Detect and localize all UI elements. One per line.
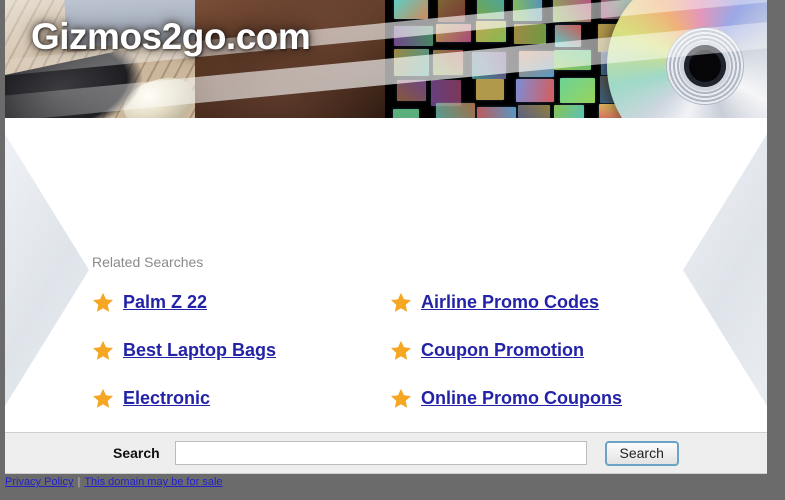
related-search-link[interactable]: Best Laptop Bags xyxy=(123,340,276,361)
related-search-item[interactable]: Palm Z 22 xyxy=(92,278,390,326)
search-button[interactable]: Search xyxy=(604,440,679,466)
related-search-item[interactable]: Online Promo Coupons xyxy=(390,374,688,422)
main-content: Related Searches Palm Z 22 Airline Promo … xyxy=(5,118,767,432)
related-search-link[interactable]: Online Promo Coupons xyxy=(421,388,622,409)
star-icon xyxy=(93,292,113,312)
banner-video-thumbnail xyxy=(393,109,419,118)
banner-video-thumbnail xyxy=(555,25,581,47)
banner-video-thumbnail xyxy=(477,107,516,118)
footer-separator: | xyxy=(77,476,81,488)
banner-video-thumbnail xyxy=(436,24,471,42)
site-title: Gizmos2go.com xyxy=(31,16,311,57)
footer-links: Privacy Policy | This domain may be for … xyxy=(5,476,223,488)
banner-cd-disc-image xyxy=(607,0,767,118)
search-input[interactable] xyxy=(174,441,587,465)
banner-video-thumbnail xyxy=(394,0,428,19)
banner-video-thumbnail xyxy=(477,0,504,19)
domain-for-sale-link[interactable]: This domain may be for sale xyxy=(84,476,222,488)
related-search-item[interactable]: J Crew Promo Codes xyxy=(390,422,688,432)
banner-video-thumbnail xyxy=(513,0,542,21)
banner-video-thumbnail xyxy=(436,103,475,118)
banner-video-thumbnail xyxy=(433,50,463,75)
banner-video-thumbnail xyxy=(438,0,465,22)
banner-video-thumbnail xyxy=(394,49,429,76)
star-icon xyxy=(391,388,411,408)
footer: Privacy Policy | This domain may be for … xyxy=(0,474,785,500)
banner-video-thumbnail xyxy=(560,78,595,103)
page-container: Gizmos2go.com Related Searches Palm Z 22… xyxy=(5,0,767,500)
related-search-link[interactable]: Electronic xyxy=(123,388,210,409)
related-search-item[interactable]: Best Laptop Bags xyxy=(92,326,390,374)
decorative-chevron-left xyxy=(5,134,89,406)
related-search-link[interactable]: Airline Promo Codes xyxy=(421,292,599,313)
related-search-item[interactable]: Coupon Promotion xyxy=(390,326,688,374)
privacy-policy-link[interactable]: Privacy Policy xyxy=(5,476,73,488)
related-search-link[interactable]: Palm Z 22 xyxy=(123,292,207,313)
related-search-item[interactable]: PDA xyxy=(92,422,390,432)
star-icon xyxy=(93,388,113,408)
search-bar: Search Search xyxy=(5,432,767,474)
banner-video-thumbnail xyxy=(554,50,591,70)
banner-video-thumbnail xyxy=(472,52,506,79)
banner-video-thumbnail xyxy=(518,105,550,118)
banner-video-thumbnail xyxy=(476,79,504,100)
banner-video-thumbnail xyxy=(476,21,506,42)
search-label: Search xyxy=(113,445,160,461)
banner-mouse-image xyxy=(117,70,201,118)
banner-video-thumbnail xyxy=(394,26,433,46)
banner-video-thumbnail xyxy=(553,0,591,22)
star-icon xyxy=(93,340,113,360)
related-searches-list: Palm Z 22 Airline Promo Codes Best Laptop … xyxy=(92,278,692,432)
banner-video-thumbnail xyxy=(514,24,546,44)
decorative-chevron-right xyxy=(683,134,767,406)
header-banner: Gizmos2go.com xyxy=(5,0,767,118)
star-icon xyxy=(391,340,411,360)
related-search-link[interactable]: Coupon Promotion xyxy=(421,340,584,361)
star-icon xyxy=(391,292,411,312)
banner-video-thumbnail xyxy=(519,51,554,77)
related-searches-heading: Related Searches xyxy=(92,254,204,270)
banner-video-thumbnail xyxy=(554,105,584,118)
related-search-item[interactable]: Electronic xyxy=(92,374,390,422)
banner-video-thumbnail xyxy=(397,80,426,101)
related-search-item[interactable]: Airline Promo Codes xyxy=(390,278,688,326)
banner-video-thumbnail xyxy=(516,79,554,102)
